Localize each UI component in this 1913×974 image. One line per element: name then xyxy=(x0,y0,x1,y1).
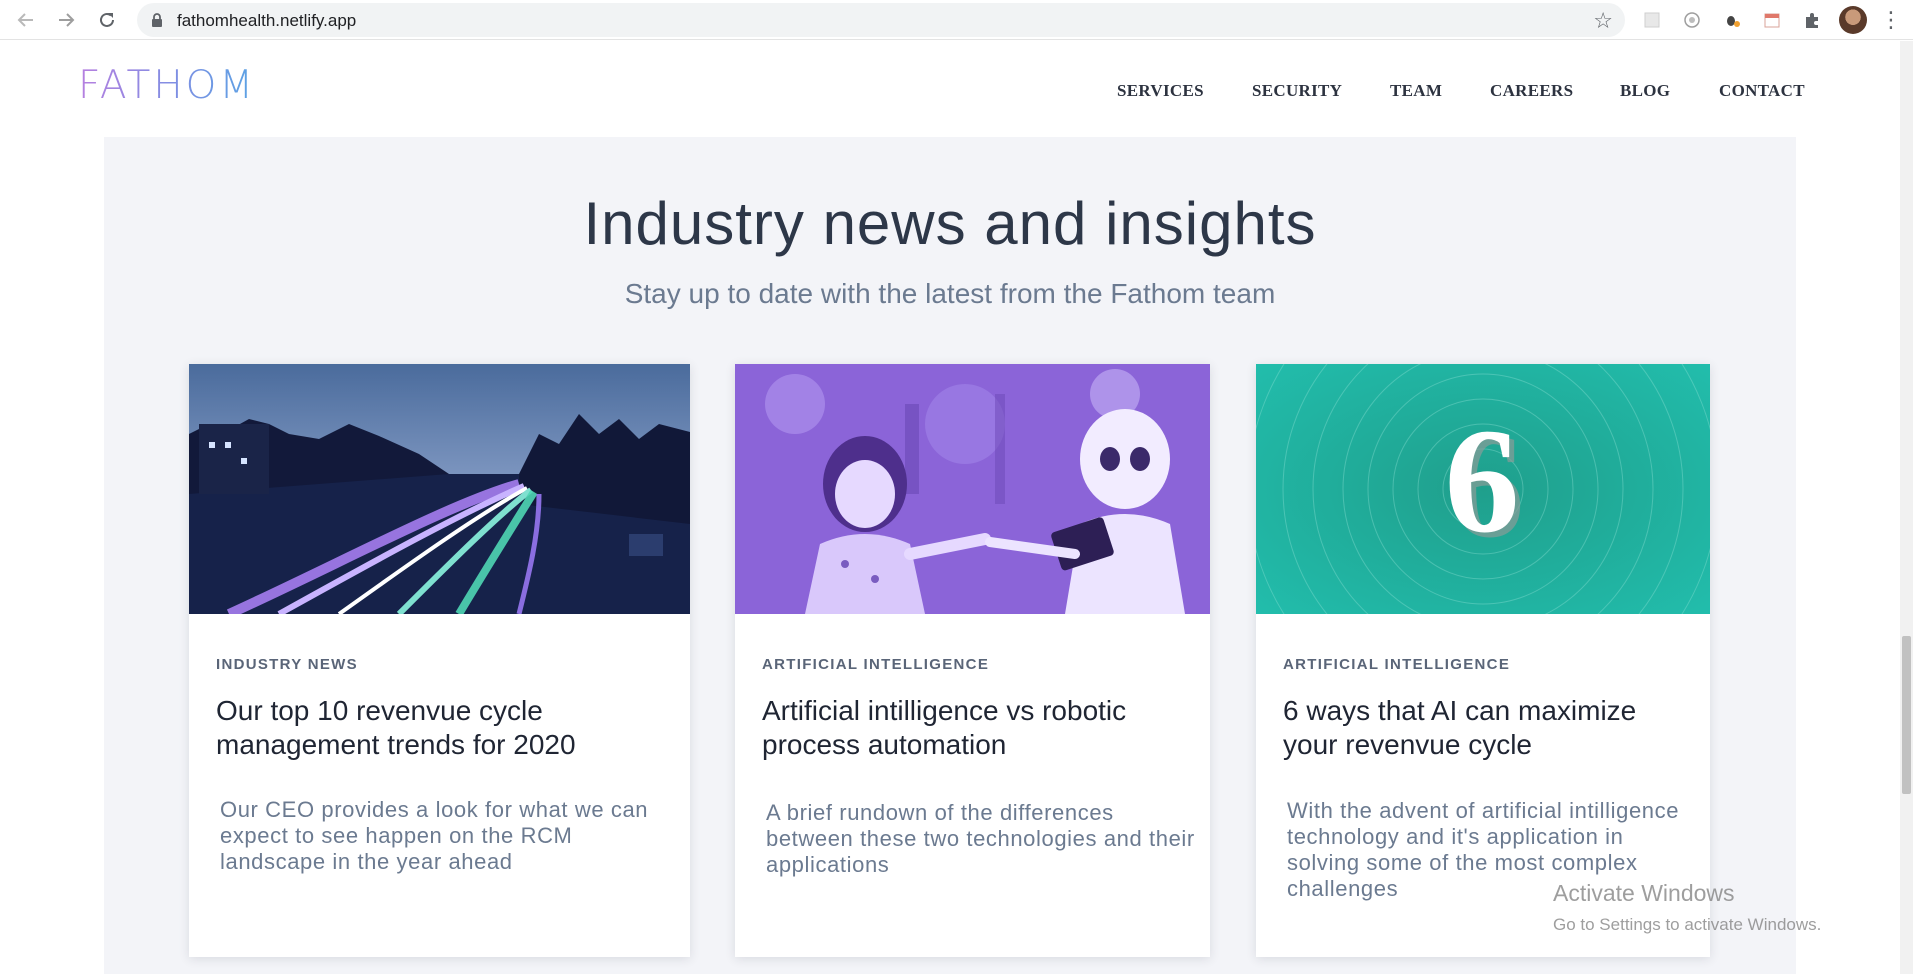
section-subtitle: Stay up to date with the latest from the… xyxy=(624,278,1276,309)
profile-avatar[interactable] xyxy=(1839,6,1867,34)
lock-icon xyxy=(152,13,162,27)
reload-button[interactable] xyxy=(91,4,123,36)
puzzle-extensions-icon[interactable] xyxy=(1800,8,1824,32)
card-excerpt: With the advent of artificial intilligen… xyxy=(1287,798,1680,901)
main-nav: SERVICES SECURITY TEAM CAREERS BLOG CONT… xyxy=(0,81,1900,105)
card-category: ARTIFICIAL INTELLIGENCE xyxy=(1283,656,1511,673)
six-numeral: 6 xyxy=(1445,398,1520,564)
news-card-3[interactable]: 6 6 ARTIFICIAL INTELLIGENCE 6 ways that … xyxy=(1256,364,1710,957)
child-and-robot-photo xyxy=(735,364,1210,614)
nav-careers[interactable]: CAREERS xyxy=(1490,81,1573,101)
back-button[interactable] xyxy=(10,4,42,36)
page-scrollbar[interactable] xyxy=(1900,41,1913,974)
card-excerpt: A brief rundown of the differences betwe… xyxy=(766,800,1195,877)
nav-contact[interactable]: CONTACT xyxy=(1719,81,1805,101)
card-title[interactable]: 6 ways that AI can maximize your revenvu… xyxy=(1283,694,1690,762)
calendar-extension-icon[interactable] xyxy=(1760,8,1784,32)
scrollbar-thumb[interactable] xyxy=(1902,636,1911,794)
news-card-2[interactable]: ARTIFICIAL INTELLIGENCE Artificial intil… xyxy=(735,364,1210,957)
extension-icon-2[interactable] xyxy=(1680,8,1704,32)
url-text: fathomhealth.netlify.app xyxy=(177,11,357,30)
section-title: Industry news and insights xyxy=(583,190,1317,257)
arrow-left-icon xyxy=(17,13,33,27)
card-excerpt: Our CEO provides a look for what we can … xyxy=(220,797,649,874)
card-title[interactable]: Artificial intilligence vs robotic proce… xyxy=(762,694,1190,762)
number-six-swirl-graphic: 6 6 xyxy=(1256,364,1710,614)
forward-button[interactable] xyxy=(50,4,82,36)
address-bar[interactable]: fathomhealth.netlify.app ☆ xyxy=(137,3,1625,37)
arrow-right-icon xyxy=(59,13,75,27)
card-category: ARTIFICIAL INTELLIGENCE xyxy=(762,656,990,673)
nav-blog[interactable]: BLOG xyxy=(1620,81,1670,101)
nav-team[interactable]: TEAM xyxy=(1390,81,1442,101)
site-header: FATHOM SERVICES SECURITY TEAM CAREERS BL… xyxy=(0,41,1900,137)
card-category: INDUSTRY NEWS xyxy=(216,656,358,673)
bug-extension-icon[interactable] xyxy=(1720,8,1744,32)
highway-light-trails-photo xyxy=(189,364,690,614)
browser-toolbar: fathomhealth.netlify.app ☆ ⋮ xyxy=(0,0,1913,40)
extension-icon-1[interactable] xyxy=(1640,8,1664,32)
nav-security[interactable]: SECURITY xyxy=(1252,81,1342,101)
card-title[interactable]: Our top 10 revenvue cycle management tre… xyxy=(216,694,670,762)
news-section: Industry news and insights Stay up to da… xyxy=(104,137,1796,974)
reload-icon xyxy=(100,12,114,27)
browser-menu-icon[interactable]: ⋮ xyxy=(1880,6,1902,34)
nav-services[interactable]: SERVICES xyxy=(1117,81,1204,101)
news-card-1[interactable]: INDUSTRY NEWS Our top 10 revenvue cycle … xyxy=(189,364,690,957)
star-icon[interactable]: ☆ xyxy=(1593,8,1613,34)
